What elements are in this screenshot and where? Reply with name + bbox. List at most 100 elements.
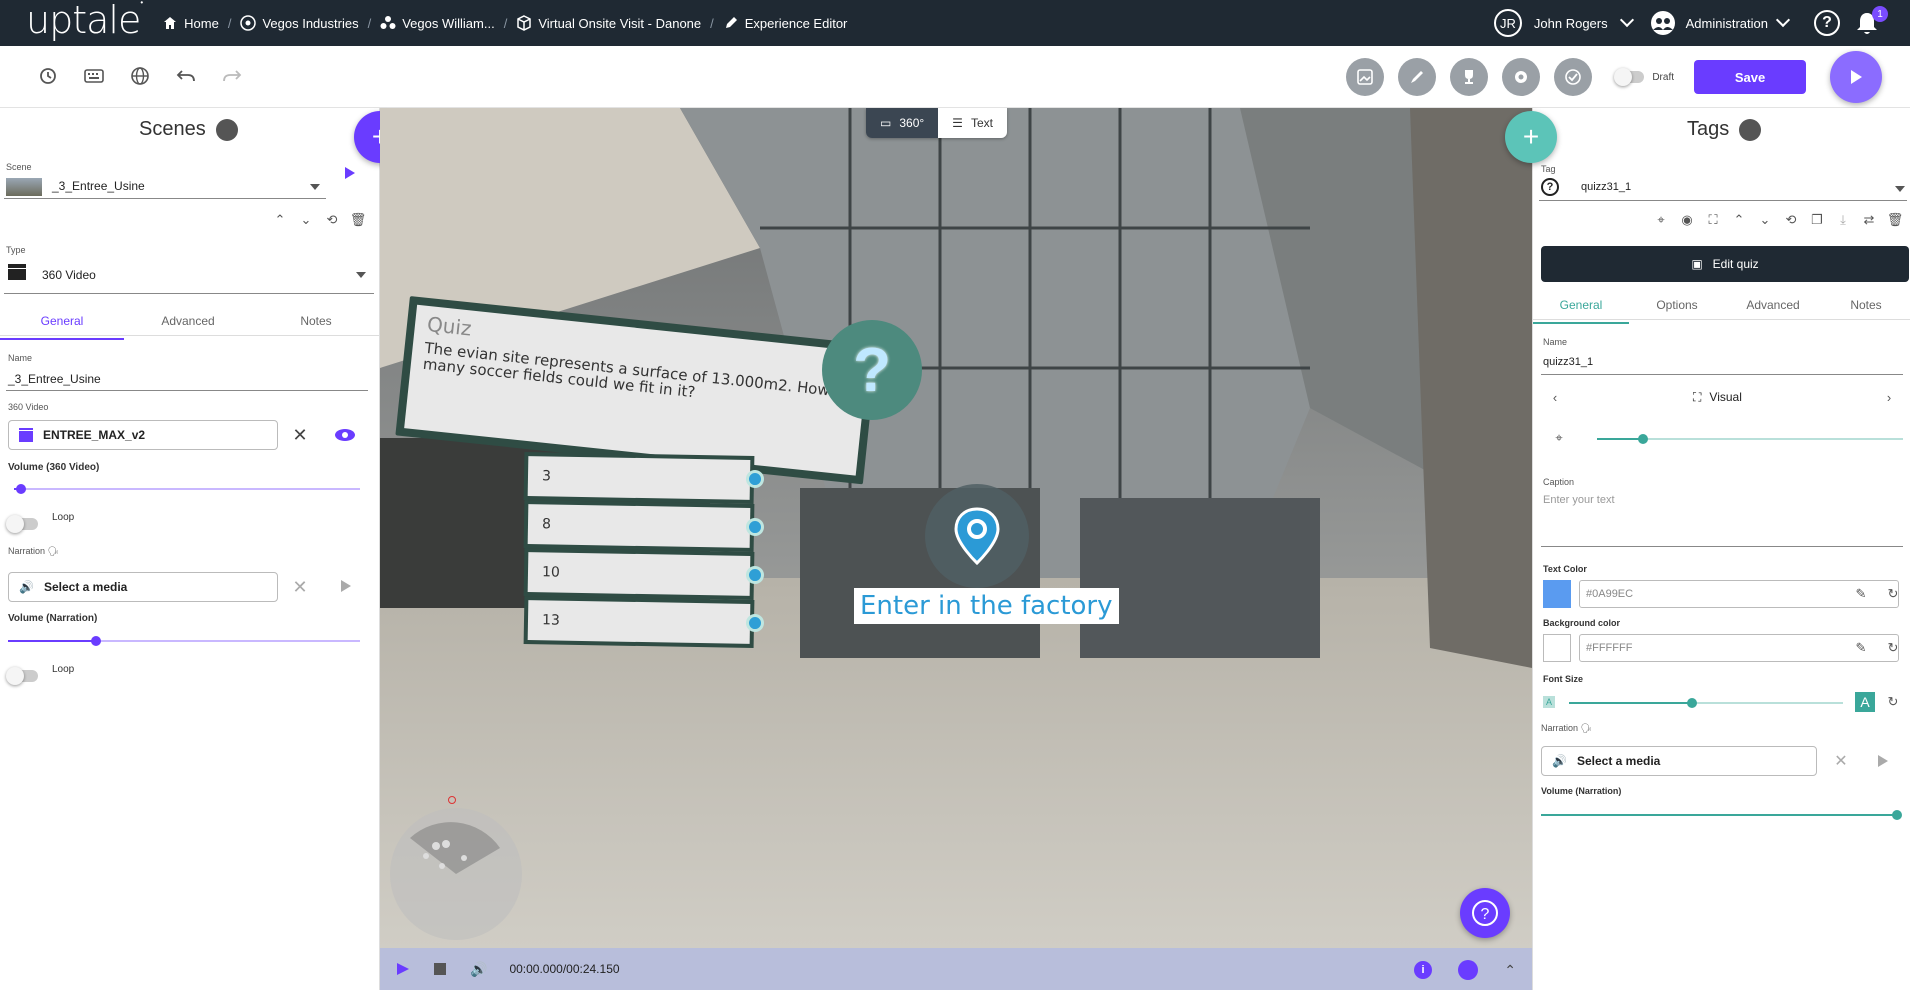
chevron-up-icon[interactable]: ⌃	[1504, 962, 1516, 979]
download-icon[interactable]: ⤓	[1835, 212, 1851, 228]
quiz-answer[interactable]: 13	[523, 595, 765, 649]
caption-input[interactable]: Enter your text	[1543, 494, 1615, 506]
breadcrumb-experience[interactable]: Virtual Onsite Visit - Danone	[516, 15, 701, 31]
globe-icon[interactable]	[215, 118, 238, 141]
swap-icon[interactable]: ⇄	[1861, 212, 1877, 228]
breadcrumb-group[interactable]: Vegos William...	[380, 15, 495, 31]
eyedropper-icon[interactable]: ✎	[1853, 640, 1869, 656]
reset-icon[interactable]: ↻	[1885, 586, 1901, 602]
chevron-down-icon[interactable]	[356, 272, 366, 278]
clear-narration-icon[interactable]: ✕	[292, 577, 308, 597]
chevron-down-icon[interactable]	[310, 184, 320, 190]
font-size-slider[interactable]	[1569, 698, 1843, 708]
tab-general[interactable]: General	[1533, 298, 1629, 324]
breadcrumb-company[interactable]: Vegos Industries	[240, 15, 359, 31]
move-down-icon[interactable]: ⌄	[298, 212, 314, 228]
duplicate-icon[interactable]: ⟲	[1783, 212, 1799, 228]
text-color-swatch[interactable]	[1543, 580, 1571, 608]
info-icon[interactable]: i	[1414, 961, 1432, 979]
volume-video-slider[interactable]	[14, 484, 360, 494]
loop-toggle[interactable]	[6, 515, 38, 533]
reset-icon[interactable]: ↻	[1885, 694, 1901, 710]
settings-icon[interactable]	[1458, 960, 1478, 980]
breadcrumb-editor[interactable]: Experience Editor	[723, 15, 847, 31]
tab-general[interactable]: General	[0, 314, 124, 340]
chevron-down-icon[interactable]	[1619, 12, 1634, 28]
user-name[interactable]: John Rogers	[1534, 16, 1608, 31]
chevron-down-icon[interactable]	[1775, 12, 1791, 28]
visual-size-slider[interactable]	[1597, 434, 1903, 444]
bg-color-input[interactable]: #FFFFFF	[1579, 634, 1899, 662]
eye-icon[interactable]	[334, 428, 356, 442]
tab-advanced[interactable]: Advanced	[124, 314, 252, 340]
draft-toggle[interactable]	[1614, 68, 1645, 86]
bg-color-swatch[interactable]	[1543, 634, 1571, 662]
stop-icon[interactable]	[434, 963, 446, 975]
reset-icon[interactable]: ↻	[1885, 640, 1901, 656]
tag-select[interactable]: quizz31_1	[1581, 181, 1631, 193]
focus-icon[interactable]: ⛶	[1705, 212, 1721, 228]
visual-selector[interactable]: ⛶ Visual	[1693, 390, 1742, 405]
video-field[interactable]: ENTREE_MAX_v2	[8, 420, 278, 450]
clear-video-icon[interactable]: ✕	[292, 425, 308, 445]
notifications-button[interactable]: 1	[1854, 6, 1888, 36]
loop-toggle-narration[interactable]	[6, 667, 38, 685]
tab-notes[interactable]: Notes	[252, 314, 380, 340]
clear-narration-icon[interactable]: ✕	[1833, 753, 1849, 770]
breadcrumb-home[interactable]: Home	[162, 15, 219, 31]
scene-viewer[interactable]: ▭ 360° ☰ Text Quiz The evian site represen…	[380, 108, 1532, 990]
tag-caption[interactable]: Enter in the factory	[854, 588, 1119, 624]
quiz-answer[interactable]: 3	[523, 451, 765, 505]
uptale-logo[interactable]: uptale•	[26, 0, 143, 42]
name-field[interactable]: _3_Entree_Usine	[8, 372, 101, 386]
duplicate-icon[interactable]: ⟲	[324, 212, 340, 228]
trophy-icon[interactable]	[1450, 58, 1489, 96]
delete-icon[interactable]: 🗑	[350, 212, 367, 228]
narration-media-field[interactable]: 🔊 Select a media	[8, 572, 278, 602]
help-icon[interactable]: ?	[1814, 10, 1840, 36]
preview-play-button[interactable]	[1830, 51, 1882, 103]
tab-advanced[interactable]: Advanced	[1725, 298, 1821, 324]
undo-icon[interactable]	[174, 64, 198, 88]
tab-notes[interactable]: Notes	[1821, 298, 1910, 324]
play-icon[interactable]	[396, 962, 410, 976]
mode-text-button[interactable]: ☰ Text	[938, 108, 1007, 138]
history-icon[interactable]	[36, 64, 60, 88]
move-up-icon[interactable]: ⌃	[1731, 212, 1747, 228]
location-pin-tag[interactable]	[925, 484, 1029, 588]
question-mark-icon[interactable]: ?	[822, 320, 922, 420]
chevron-left-icon[interactable]: ‹	[1547, 389, 1563, 405]
play-narration-icon[interactable]	[1877, 754, 1889, 768]
volume-narration-slider[interactable]	[8, 636, 360, 646]
keyboard-icon[interactable]	[82, 64, 106, 88]
check-icon[interactable]	[1554, 58, 1593, 96]
tag-volume-narration-slider[interactable]	[1541, 810, 1902, 820]
eyedropper-icon[interactable]: ✎	[1853, 586, 1869, 602]
save-button[interactable]: Save	[1694, 60, 1806, 94]
mode-360-button[interactable]: ▭ 360°	[866, 108, 939, 138]
scene-select[interactable]: _3_Entree_Usine	[52, 179, 145, 193]
help-button[interactable]: ?	[1460, 888, 1510, 938]
move-up-icon[interactable]: ⌃	[272, 212, 288, 228]
brush-icon[interactable]	[1398, 58, 1437, 96]
tag-narration-media-field[interactable]: 🔊 Select a media	[1541, 746, 1817, 776]
play-scene-icon[interactable]	[344, 166, 356, 180]
tab-options[interactable]: Options	[1629, 298, 1725, 324]
volume-icon[interactable]: 🔊	[470, 961, 487, 978]
avatar[interactable]: JR	[1493, 9, 1522, 37]
add-tag-button[interactable]: +	[1505, 111, 1557, 163]
globe-icon[interactable]	[128, 64, 152, 88]
target-icon[interactable]: ⌖	[1653, 212, 1669, 228]
type-select[interactable]: 360 Video	[42, 268, 96, 282]
tag-name-field[interactable]: quizz31_1	[1543, 356, 1593, 368]
quiz-answer[interactable]: 10	[523, 547, 765, 601]
edit-quiz-button[interactable]: ▣ Edit quiz	[1541, 246, 1909, 282]
text-color-input[interactable]: #0A99EC	[1579, 580, 1899, 608]
minimap-compass[interactable]	[390, 796, 522, 940]
move-down-icon[interactable]: ⌄	[1757, 212, 1773, 228]
globe-icon[interactable]	[1739, 118, 1762, 141]
chevron-right-icon[interactable]: ›	[1881, 389, 1897, 405]
play-narration-icon[interactable]	[340, 579, 352, 593]
quiz-answer[interactable]: 8	[523, 499, 765, 553]
image-icon[interactable]	[1346, 58, 1385, 96]
